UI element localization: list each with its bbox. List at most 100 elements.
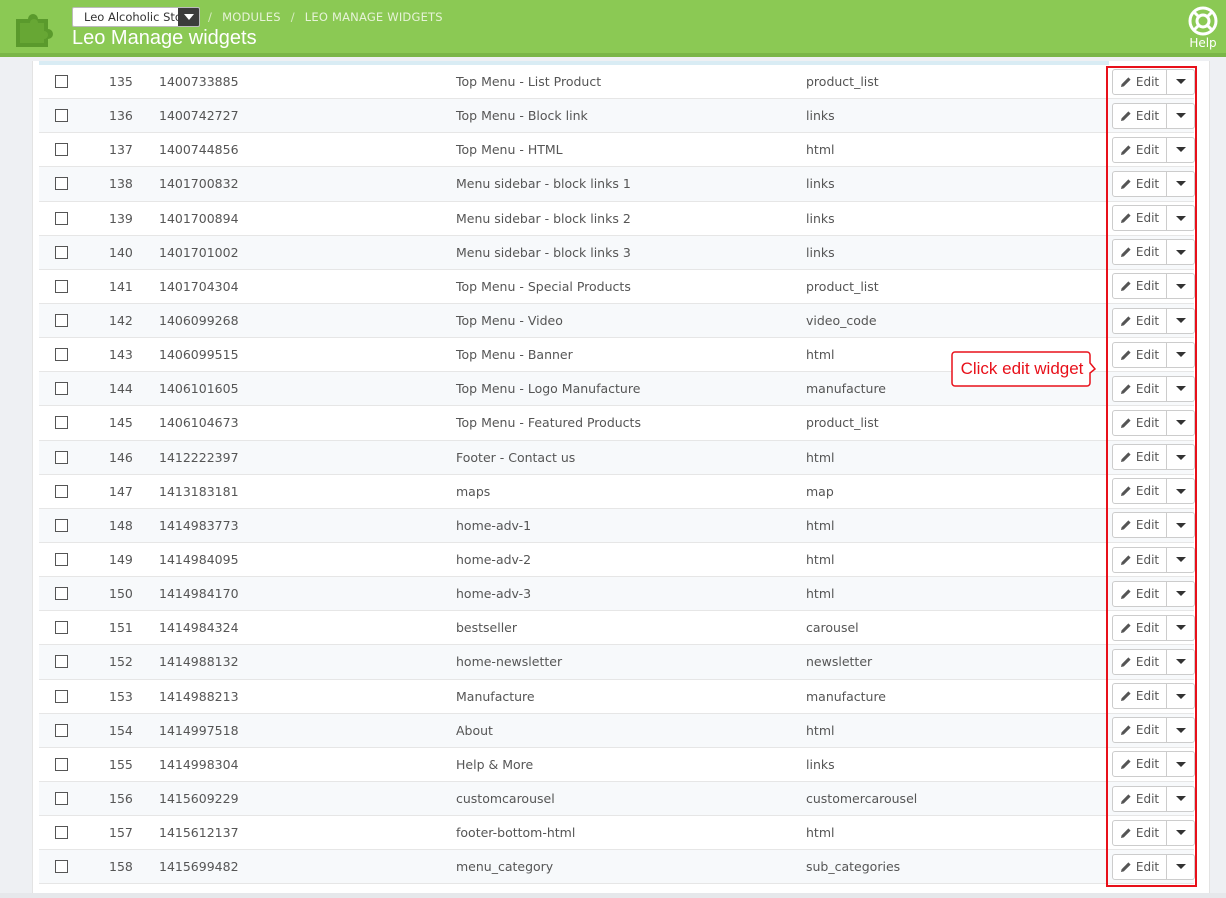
row-select-cell: [55, 338, 68, 371]
row-checkbox[interactable]: [55, 621, 68, 635]
row-checkbox[interactable]: [55, 860, 68, 874]
widget-id: 144: [109, 381, 133, 397]
page-title: Leo Manage widgets: [72, 27, 257, 49]
row-checkbox[interactable]: [55, 792, 68, 806]
widget-id: 136: [109, 108, 133, 124]
row-checkbox[interactable]: [55, 177, 68, 191]
widget-key: 1400742727: [159, 108, 239, 124]
row-select-cell: [55, 99, 68, 132]
widget-id: 152: [109, 654, 133, 670]
widget-name: home-adv-1: [456, 517, 532, 533]
row-select-cell: [55, 202, 68, 235]
row-checkbox[interactable]: [55, 553, 68, 567]
row-checkbox[interactable]: [55, 655, 68, 669]
widget-name: Top Menu - Block link: [456, 108, 588, 124]
callout-text: Click edit widget: [960, 359, 1084, 378]
widget-type: product_list: [806, 415, 879, 431]
store-selector[interactable]: Leo Alcoholic Sto: [72, 7, 200, 27]
table-row: 145 1406104673 Top Menu - Featured Product…: [39, 406, 1195, 441]
widget-type: newsletter: [806, 654, 873, 670]
widget-key: 1413183181: [159, 483, 239, 499]
widget-name: home-adv-3: [456, 586, 532, 602]
widget-key: 1406099268: [159, 313, 239, 329]
table-row: 157 1415612137 footer-bottom-html html Edit: [39, 816, 1195, 851]
row-checkbox[interactable]: [55, 518, 68, 532]
widget-id: 154: [109, 722, 133, 738]
row-checkbox[interactable]: [55, 109, 68, 123]
row-checkbox[interactable]: [55, 757, 68, 771]
row-checkbox[interactable]: [55, 450, 68, 464]
widget-key: 1401704304: [159, 278, 239, 294]
widget-id: 135: [109, 74, 133, 90]
row-checkbox[interactable]: [55, 382, 68, 396]
widget-type: customercarousel: [806, 791, 918, 807]
widget-name: Menu sidebar - block links 2: [456, 210, 631, 226]
row-checkbox[interactable]: [55, 416, 68, 430]
widget-name: customcarousel: [456, 791, 555, 807]
row-checkbox[interactable]: [55, 75, 68, 89]
widget-id: 153: [109, 688, 133, 704]
row-select-cell: [55, 816, 68, 849]
widget-key: 1415612137: [159, 825, 239, 841]
row-checkbox[interactable]: [55, 484, 68, 498]
row-checkbox[interactable]: [55, 211, 68, 225]
help-button[interactable]: Help: [1184, 6, 1222, 52]
table-row: 139 1401700894 Menu sidebar - block links …: [39, 201, 1195, 236]
help-label: Help: [1189, 36, 1217, 50]
table-row: 155 1414998304 Help & More links Edit: [39, 747, 1195, 782]
widget-name: footer-bottom-html: [456, 825, 576, 841]
annotation-highlight-box: [1106, 66, 1197, 887]
row-select-cell: [55, 543, 68, 576]
widget-type: product_list: [806, 278, 879, 294]
row-select-cell: [55, 167, 68, 200]
widget-type: map: [806, 483, 834, 499]
widget-type: video_code: [806, 313, 877, 329]
widgets-table: 135 1400733885 Top Menu - List Product prod…: [39, 65, 1195, 885]
row-checkbox[interactable]: [55, 723, 68, 737]
widget-key: 1401701002: [159, 244, 239, 260]
widget-name: Top Menu - Video: [456, 313, 563, 329]
widget-name: home-adv-2: [456, 552, 532, 568]
widget-type: html: [806, 142, 835, 158]
table-row: 140 1401701002 Menu sidebar - block links …: [39, 235, 1195, 270]
row-checkbox[interactable]: [55, 279, 68, 293]
row-checkbox[interactable]: [55, 245, 68, 259]
breadcrumb-leo-manage-widgets[interactable]: LEO MANAGE WIDGETS: [305, 10, 443, 24]
row-select-cell: [55, 65, 68, 98]
breadcrumb: / MODULES / LEO MANAGE WIDGETS: [208, 10, 443, 24]
row-checkbox[interactable]: [55, 826, 68, 840]
widget-id: 146: [109, 449, 133, 465]
row-checkbox[interactable]: [55, 143, 68, 157]
widget-key: 1414983773: [159, 517, 239, 533]
table-row: 146 1412222397 Footer - Contact us html Edit: [39, 440, 1195, 475]
widget-name: Manufacture: [456, 688, 535, 704]
row-select-cell: [55, 133, 68, 166]
table-row: 136 1400742727 Top Menu - Block link links E…: [39, 99, 1195, 134]
row-select-cell: [55, 509, 68, 542]
lifebuoy-icon: [1188, 6, 1218, 36]
store-selector-value: Leo Alcoholic Sto: [84, 10, 178, 24]
widget-type: html: [806, 586, 835, 602]
widget-name: Top Menu - List Product: [456, 74, 602, 90]
widgets-panel: 135 1400733885 Top Menu - List Product prod…: [32, 61, 1210, 898]
row-checkbox[interactable]: [55, 587, 68, 601]
row-checkbox[interactable]: [55, 314, 68, 328]
table-row: 149 1414984095 home-adv-2 html Edit: [39, 542, 1195, 578]
widget-name: Footer - Contact us: [456, 449, 576, 465]
widget-key: 1415609229: [159, 791, 239, 807]
table-row: 153 1414988213 Manufacture manufacture Edit: [39, 679, 1195, 714]
table-row: 148 1414983773 home-adv-1 html Edit: [39, 508, 1195, 543]
widget-id: 155: [109, 756, 133, 772]
widget-id: 157: [109, 825, 133, 841]
widget-key: 1414988213: [159, 688, 239, 704]
widget-type: carousel: [806, 620, 859, 636]
row-checkbox[interactable]: [55, 689, 68, 703]
annotation-callout: Click edit widget: [951, 351, 1096, 387]
row-checkbox[interactable]: [55, 348, 68, 362]
widget-id: 141: [109, 278, 133, 294]
chevron-down-icon[interactable]: [178, 8, 199, 26]
breadcrumb-modules[interactable]: MODULES: [222, 10, 281, 24]
widget-type: html: [806, 449, 835, 465]
row-select-cell: [55, 304, 68, 337]
widget-key: 1400744856: [159, 142, 239, 158]
